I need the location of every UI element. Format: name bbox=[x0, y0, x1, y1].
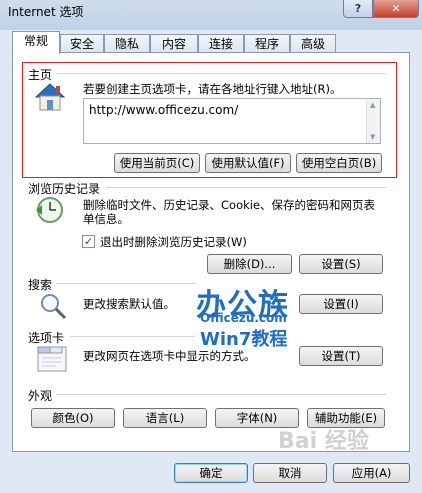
use-default-button[interactable]: 使用默认值(F) bbox=[205, 153, 291, 173]
help-button[interactable]: ? bbox=[343, 0, 373, 18]
scroll-up-icon[interactable]: ▲ bbox=[370, 101, 375, 109]
tab-advanced[interactable]: 高级 bbox=[290, 34, 336, 53]
tab-general[interactable]: 常规 bbox=[12, 31, 60, 54]
search-settings-button[interactable]: 设置(I) bbox=[299, 294, 383, 314]
check-icon: ✓ bbox=[83, 235, 94, 248]
tabs-window-icon bbox=[36, 343, 68, 376]
history-divider bbox=[106, 187, 386, 188]
use-blank-button[interactable]: 使用空白页(B) bbox=[296, 153, 382, 173]
homepage-divider bbox=[56, 73, 386, 74]
cancel-button[interactable]: 取消 bbox=[253, 463, 327, 483]
help-icon: ? bbox=[354, 2, 362, 15]
tutorial-watermark: Win7教程 bbox=[200, 329, 288, 350]
homepage-url-field[interactable]: http://www.officezu.com/ ▲ ▼ bbox=[83, 98, 381, 144]
tabs-description: 更改网页在选项卡中显示的方式。 bbox=[83, 349, 256, 363]
tab-security[interactable]: 安全 bbox=[60, 34, 104, 53]
tab-programs[interactable]: 程序 bbox=[244, 34, 290, 53]
delete-on-exit-label[interactable]: 退出时删除浏览历史记录(W) bbox=[100, 235, 247, 249]
use-current-button[interactable]: 使用当前页(C) bbox=[114, 153, 200, 173]
site-watermark: Officezu.com bbox=[200, 311, 287, 325]
close-icon: ✕ bbox=[391, 2, 401, 15]
history-description: 删除临时文件、历史记录、Cookie、保存的密码和网页表单信息。 bbox=[83, 198, 376, 226]
house-icon bbox=[34, 82, 66, 115]
languages-button[interactable]: 语言(L) bbox=[123, 408, 207, 428]
appearance-divider bbox=[56, 394, 386, 395]
delete-history-button[interactable]: 删除(D)... bbox=[207, 254, 292, 274]
search-description: 更改搜索默认值。 bbox=[83, 297, 175, 311]
apply-button[interactable]: 应用(A) bbox=[333, 463, 410, 483]
url-scrollbar[interactable]: ▲ ▼ bbox=[366, 99, 380, 143]
ok-button[interactable]: 确定 bbox=[174, 463, 248, 483]
search-divider bbox=[56, 283, 196, 284]
history-icon bbox=[34, 195, 68, 228]
delete-on-exit-checkbox[interactable]: ✓ bbox=[82, 235, 95, 248]
scroll-down-icon[interactable]: ▼ bbox=[370, 133, 375, 141]
window-title: Internet 选项 bbox=[8, 5, 84, 19]
close-button[interactable]: ✕ bbox=[373, 0, 419, 18]
baidu-watermark: Bai 经验 bbox=[278, 429, 369, 454]
tabs-settings-button[interactable]: 设置(T) bbox=[299, 346, 383, 366]
homepage-url-value: http://www.officezu.com/ bbox=[89, 103, 239, 117]
tab-content[interactable]: 内容 bbox=[150, 34, 198, 53]
homepage-label: 主页 bbox=[28, 68, 53, 82]
search-icon bbox=[38, 291, 68, 324]
appearance-label: 外观 bbox=[28, 389, 53, 403]
tabs-divider bbox=[70, 336, 195, 337]
title-bar: Internet 选项 ? ✕ bbox=[0, 0, 422, 30]
history-settings-button[interactable]: 设置(S) bbox=[299, 254, 383, 274]
tab-privacy[interactable]: 隐私 bbox=[104, 34, 150, 53]
homepage-description: 若要创建主页选项卡，请在各地址行键入地址(R)。 bbox=[83, 82, 342, 96]
colors-button[interactable]: 颜色(O) bbox=[31, 408, 115, 428]
tab-connections[interactable]: 连接 bbox=[198, 34, 244, 53]
